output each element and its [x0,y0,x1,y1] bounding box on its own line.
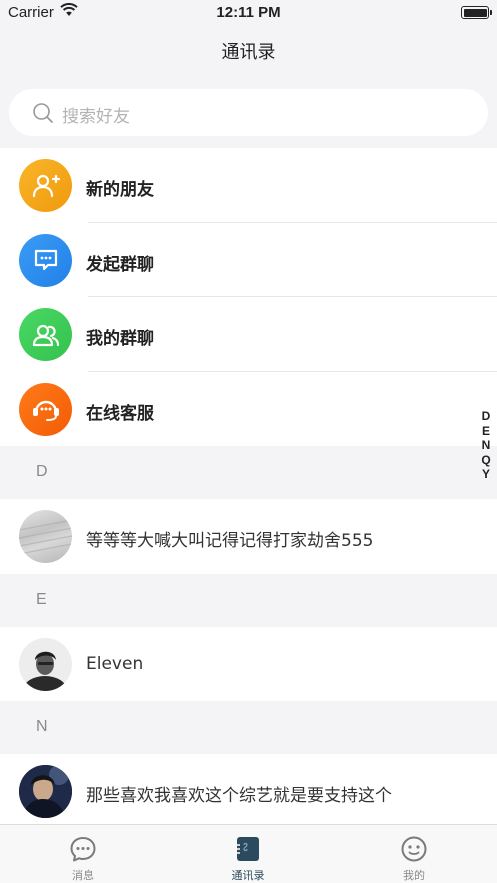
menu-label-start-group-chat: 发起群聊 [86,254,154,275]
avatar [19,765,72,818]
menu-label-my-groups: 我的群聊 [86,329,154,349]
headset-icon [19,382,72,436]
avatar [19,638,72,691]
index-letter[interactable]: E [479,424,493,439]
index-letter[interactable]: D [479,409,493,424]
contact-row[interactable]: Eleven [0,627,497,702]
clock: 12:11 PM [216,4,281,21]
tab-profile[interactable]: 我的 [364,825,464,883]
add-friend-icon [19,159,72,212]
section-header-e: E [0,574,497,627]
index-letter[interactable]: Y [479,467,493,482]
section-letter: N [36,718,48,735]
menu-item-customer-service[interactable]: 在线客服 [0,372,497,447]
section-header-d: D [0,446,497,499]
menu-item-my-groups[interactable]: 我的群聊 [0,297,497,372]
contact-name: 那些喜欢我喜欢这个综艺就是要支持这个 [86,786,392,806]
index-letter[interactable]: Q [479,453,493,468]
section-header-n: N [0,701,497,754]
search-icon [32,102,54,128]
tab-label: 我的 [403,869,425,882]
tab-messages[interactable]: 消息 [33,825,133,883]
search-input[interactable]: 搜索好友 [9,89,488,136]
tab-bar: 消息 通讯录 我的 [0,824,497,883]
tab-label: 通讯录 [231,869,265,882]
page-title: 通讯录 [221,42,276,63]
status-bar: Carrier 12:11 PM [0,0,497,26]
group-icon [19,308,72,361]
profile-icon [400,835,428,863]
menu-label-customer-service: 在线客服 [86,403,154,424]
contact-row[interactable]: 那些喜欢我喜欢这个综艺就是要支持这个 [0,754,497,829]
contact-name: Eleven [86,654,144,674]
battery-icon [461,6,492,19]
contacts-icon [234,835,262,863]
avatar [19,510,72,563]
menu-item-start-group-chat[interactable]: 发起群聊 [0,223,497,297]
message-icon [69,835,97,863]
contact-row[interactable]: 等等等大喊大叫记得记得打家劫舍555 [0,499,497,574]
section-letter: E [36,591,47,608]
contact-name: 等等等大喊大叫记得记得打家劫舍555 [86,531,374,551]
chat-bubble-icon [19,233,72,287]
section-letter: D [36,463,48,480]
search-placeholder: 搜索好友 [62,107,130,127]
menu-label-new-friends: 新的朋友 [86,180,154,200]
tab-contacts[interactable]: 通讯录 [198,825,298,883]
alphabet-index[interactable]: D E N Q Y [479,409,493,482]
tab-label: 消息 [72,869,94,882]
index-letter[interactable]: N [479,438,493,453]
function-menu: 新的朋友 发起群聊 我的群聊 在线客服 [0,148,497,446]
menu-item-new-friends[interactable]: 新的朋友 [0,148,497,223]
